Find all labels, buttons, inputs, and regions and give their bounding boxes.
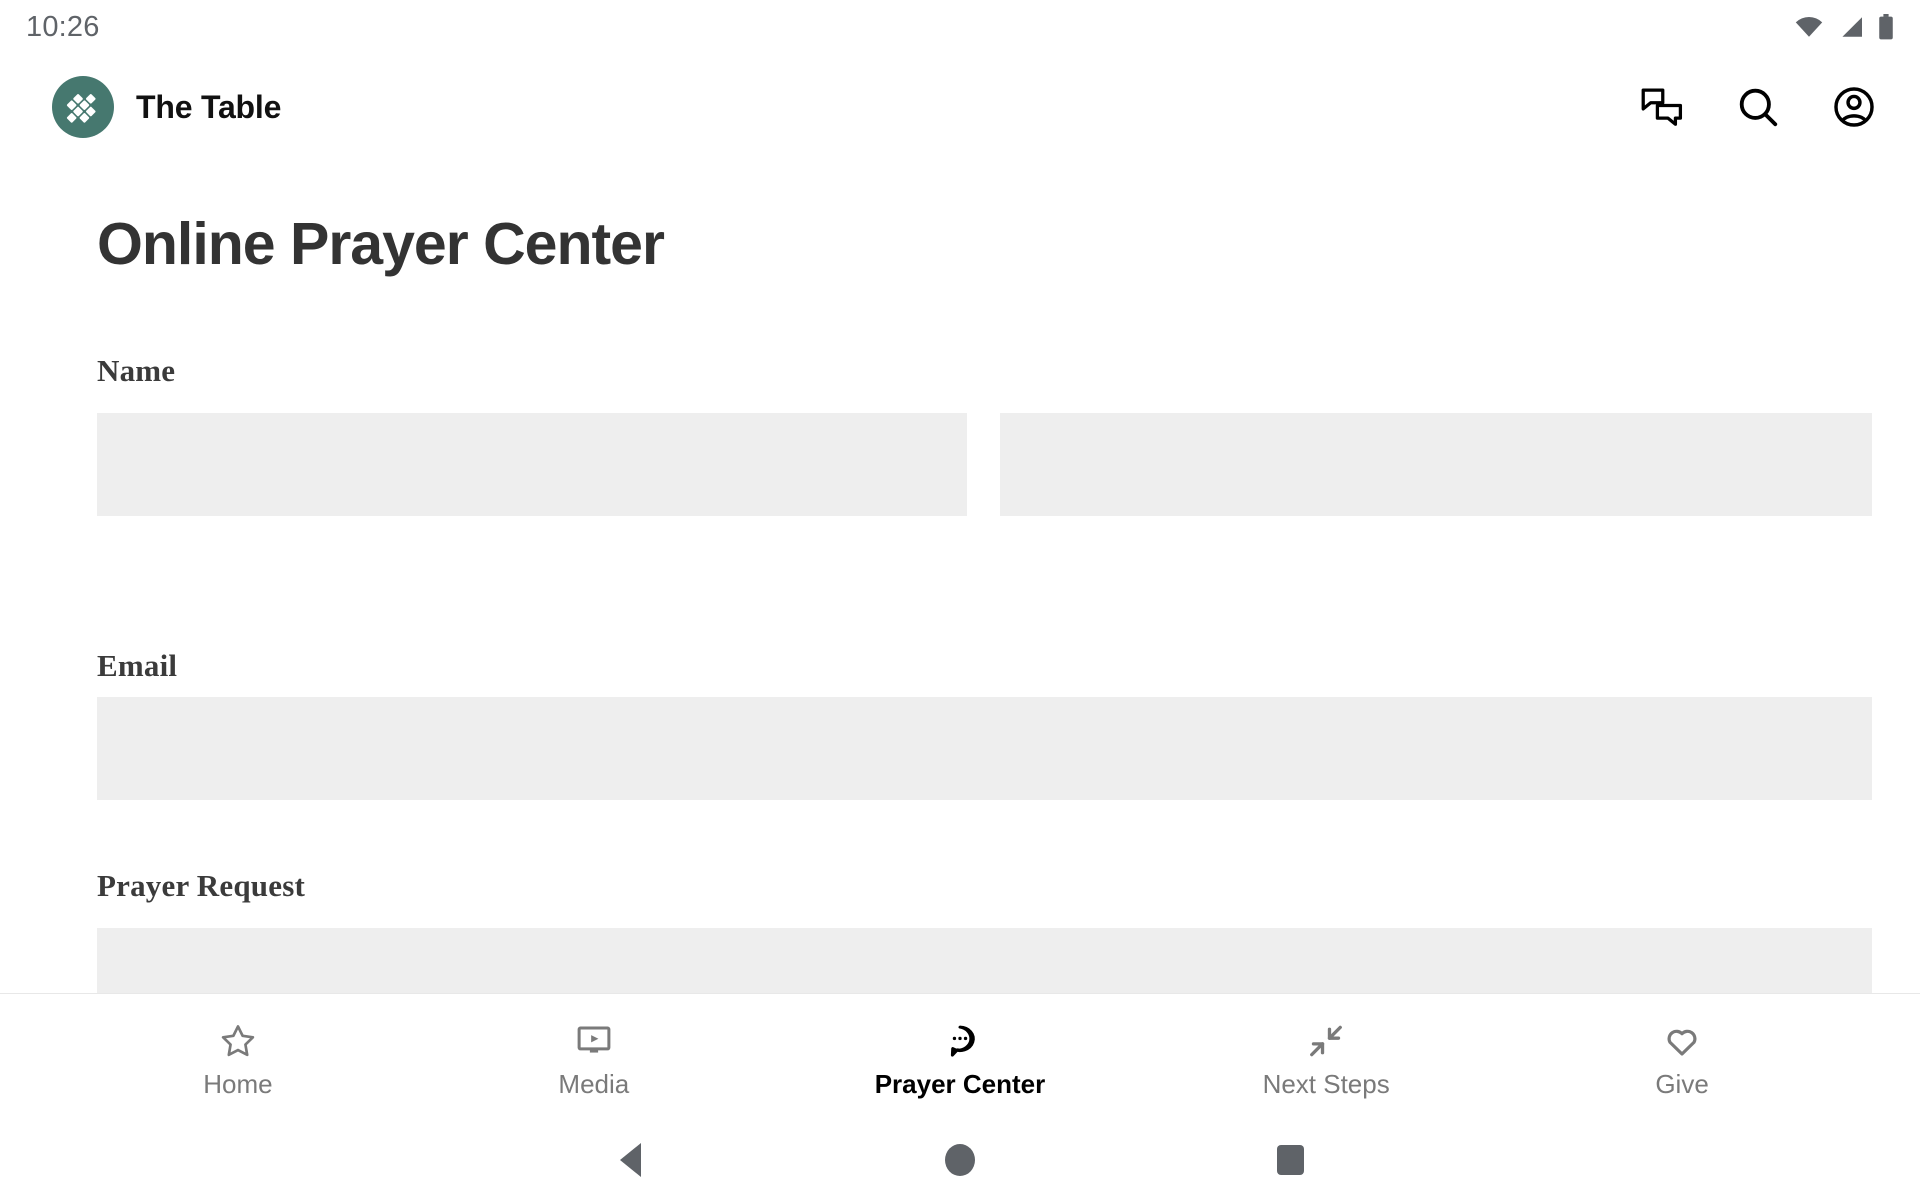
square-recents-icon <box>1276 1144 1304 1175</box>
email-label: Email <box>97 648 178 683</box>
star-icon <box>219 1021 257 1061</box>
name-label: Name <box>97 353 176 388</box>
tv-play-icon <box>575 1021 613 1061</box>
triangle-back-icon <box>619 1142 641 1177</box>
app-header-actions <box>1636 81 1880 133</box>
the-table-logo <box>52 76 114 138</box>
phone-screen: 10:26 The Table Online Prayer Center Nam… <box>0 0 1920 1200</box>
tab-next-steps[interactable]: Next Steps <box>1251 1017 1401 1097</box>
app-header: The Table <box>0 54 1920 160</box>
tab-prayer-center[interactable]: Prayer Center <box>874 1017 1046 1099</box>
recents-button[interactable] <box>1125 1144 1455 1175</box>
tab-give[interactable]: Give <box>1607 1017 1757 1097</box>
circle-home-icon <box>945 1143 975 1176</box>
battery-icon <box>1878 14 1894 40</box>
status-clock: 10:26 <box>26 10 100 43</box>
tab-home[interactable]: Home <box>163 1017 313 1097</box>
back-button[interactable] <box>465 1142 795 1177</box>
brand-name: The Table <box>136 88 282 125</box>
android-nav-bar <box>0 1119 1920 1200</box>
page-content: Online Prayer Center Name Email Prayer R… <box>0 160 1920 993</box>
collapse-arrows-icon <box>1307 1021 1345 1061</box>
cellular-signal-icon <box>1838 16 1864 38</box>
wifi-icon <box>1794 16 1824 38</box>
messages-icon[interactable] <box>1636 81 1688 133</box>
brand[interactable]: The Table <box>52 76 281 138</box>
prayer-request-label: Prayer Request <box>97 868 305 903</box>
tab-media[interactable]: Media <box>519 1017 669 1097</box>
tab-label-give: Give <box>1655 1068 1709 1099</box>
account-icon[interactable] <box>1828 81 1880 133</box>
tab-label-home: Home <box>203 1068 273 1099</box>
tab-label-next-steps: Next Steps <box>1262 1068 1390 1099</box>
search-icon[interactable] <box>1732 81 1784 133</box>
email-input[interactable] <box>97 697 1872 800</box>
last-name-input[interactable] <box>1000 413 1872 516</box>
bottom-tab-bar: Home Media Prayer Center Next Steps Give <box>0 993 1920 1119</box>
page-title: Online Prayer Center <box>97 211 665 277</box>
android-status-bar: 10:26 <box>0 0 1920 54</box>
prayer-request-textarea[interactable] <box>97 928 1872 993</box>
tab-label-media: Media <box>558 1068 630 1099</box>
first-name-input[interactable] <box>97 413 967 516</box>
chat-bubble-dots-icon <box>941 1021 979 1061</box>
status-icon-group <box>1794 14 1894 40</box>
home-button[interactable] <box>795 1143 1125 1176</box>
heart-icon <box>1663 1021 1701 1061</box>
tab-label-prayer-center: Prayer Center <box>874 1068 1046 1099</box>
